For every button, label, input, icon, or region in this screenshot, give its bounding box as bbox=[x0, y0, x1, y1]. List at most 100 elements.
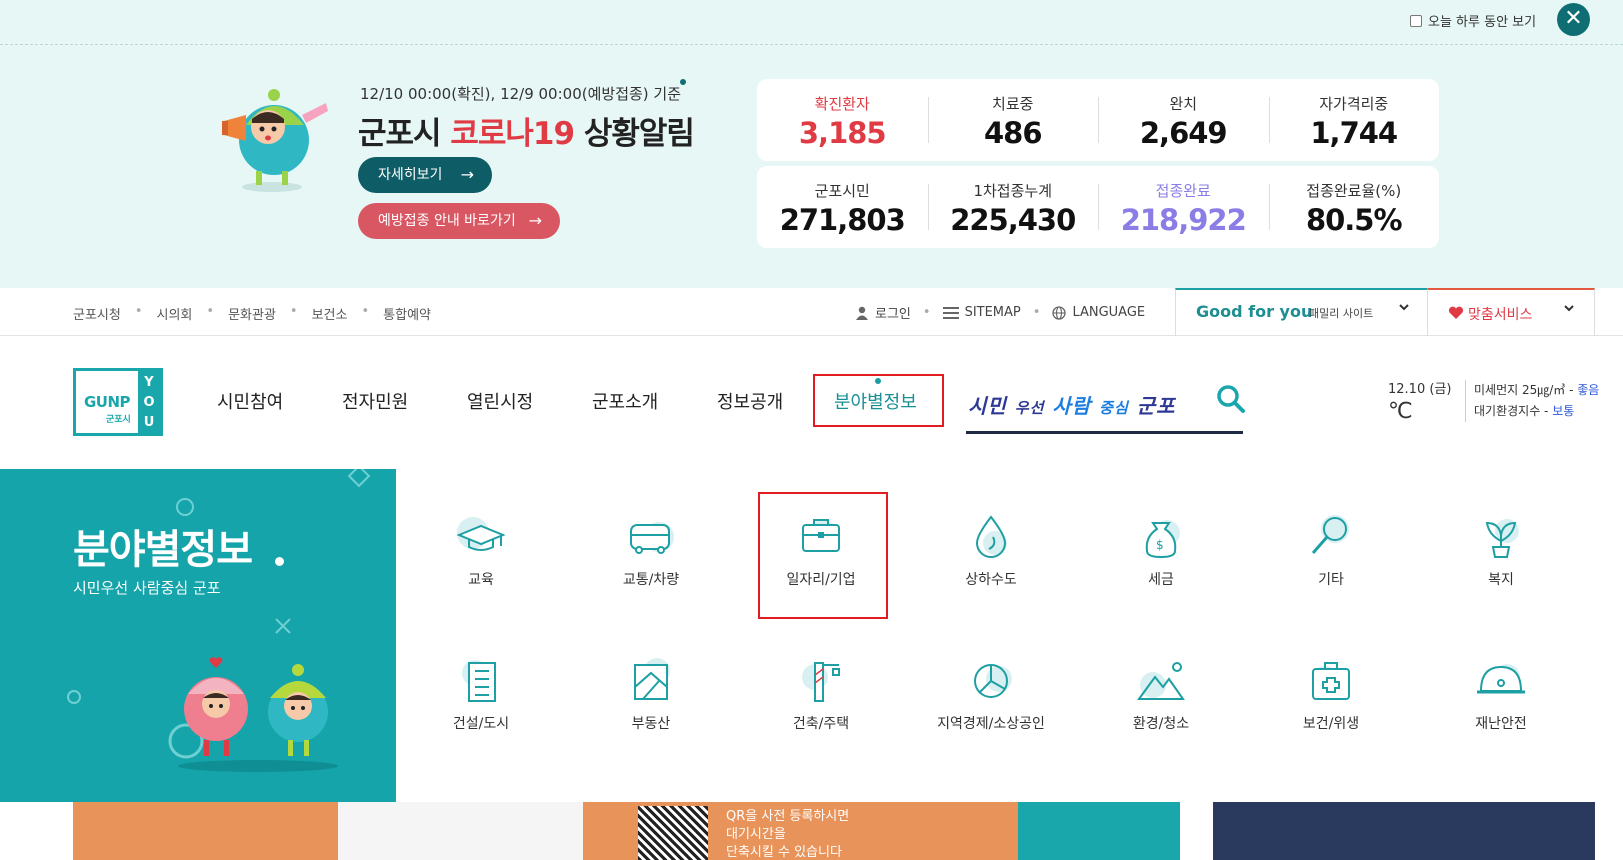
arrow-right-icon: → bbox=[460, 165, 474, 184]
active-menu-highlight bbox=[813, 374, 944, 427]
stat-value: 218,922 bbox=[1120, 203, 1247, 237]
category-environment[interactable]: 환경/청소 bbox=[1086, 657, 1236, 733]
today-checkbox[interactable] bbox=[1410, 14, 1422, 27]
category-health-hygiene[interactable]: 보건/위생 bbox=[1256, 657, 1406, 733]
slogan-part: 사람 bbox=[1052, 394, 1092, 418]
separator: • bbox=[1032, 305, 1041, 320]
logo-text: GUNP bbox=[84, 393, 131, 411]
stat-value: 1,744 bbox=[1310, 116, 1398, 150]
search-icon[interactable] bbox=[1216, 384, 1246, 414]
category-etc[interactable]: 기타 bbox=[1256, 513, 1406, 589]
stat-first-dose: 1차접종누계 225,430 bbox=[927, 166, 1099, 248]
stat-value: 225,430 bbox=[950, 203, 1076, 237]
dust-status: 좋음 bbox=[1577, 383, 1600, 397]
separator: • bbox=[922, 305, 931, 320]
stat-citizens: 군포시민 271,803 bbox=[757, 166, 928, 248]
first-aid-kit-icon bbox=[1312, 662, 1350, 700]
building-icon bbox=[462, 660, 496, 702]
separator: • bbox=[206, 304, 215, 319]
chevron-down-icon bbox=[1563, 302, 1575, 318]
banner-photo[interactable] bbox=[1213, 802, 1595, 860]
city-slogan: 시민 우선 사람 중심 군포 bbox=[968, 390, 1176, 419]
custom-service-select[interactable]: 맞춤서비스 bbox=[1427, 288, 1595, 336]
covid-basis-date: 12/10 00:00(확진), 12/9 00:00(예방접종) 기준 bbox=[360, 85, 682, 103]
login-link[interactable]: 로그인 bbox=[855, 303, 911, 322]
menu-citizen-participation[interactable]: 시민참여 bbox=[217, 388, 283, 414]
mega-menu-side: 분야별정보 시민우선 사람중심 군포 bbox=[0, 469, 396, 802]
vaccine-stats-card: 군포시민 271,803 1차접종누계 225,430 접종완료 218,922 접종… bbox=[757, 166, 1439, 248]
vaccine-guide-button[interactable]: 예방접종 안내 바로가기 → bbox=[358, 203, 560, 239]
today-hide-option[interactable]: 오늘 하루 동안 보기 bbox=[1410, 11, 1536, 30]
family-site-select[interactable]: Good for you 패밀리 사이트 bbox=[1175, 288, 1427, 336]
slogan-part: 시민 bbox=[968, 394, 1007, 418]
stat-label: 1차접종누계 bbox=[973, 182, 1053, 200]
map-icon bbox=[634, 658, 670, 700]
category-disaster-safety[interactable]: 재난안전 bbox=[1426, 657, 1576, 733]
content-preview-strip: QR을 사전 등록하시면 대기시간을 단축시킬 수 있습니다 bbox=[0, 802, 1623, 860]
covid-title-highlight: 코로나19 bbox=[450, 116, 575, 152]
weather-date: 12.10 (금) bbox=[1388, 382, 1452, 397]
stat-label: 확진환자 bbox=[814, 95, 870, 113]
map-panel bbox=[338, 802, 583, 860]
category-label: 지역경제/소상공인 bbox=[937, 716, 1045, 732]
category-label: 상하수도 bbox=[965, 572, 1017, 588]
pie-chart-icon bbox=[974, 664, 1012, 698]
category-tax[interactable]: $ 세금 bbox=[1086, 513, 1236, 589]
category-education[interactable]: 교육 bbox=[406, 513, 556, 589]
family-site-label: 패밀리 사이트 bbox=[1309, 307, 1374, 320]
global-navigation: GUNP 군포시 YOU 시민참여 전자민원 열린시정 군포소개 정보공개 분야… bbox=[0, 336, 1623, 469]
detail-button[interactable]: 자세히보기 → bbox=[358, 157, 492, 193]
sitemap-link[interactable]: SITEMAP bbox=[942, 305, 1021, 320]
arrow-right-icon: → bbox=[528, 211, 542, 230]
menu-open-administration[interactable]: 열린시정 bbox=[467, 388, 533, 414]
menu-e-civil-service[interactable]: 전자민원 bbox=[342, 388, 408, 414]
category-real-estate[interactable]: 부동산 bbox=[576, 657, 726, 733]
slogan-part: 우선 bbox=[1014, 399, 1045, 417]
globe-icon bbox=[1052, 305, 1067, 320]
category-building-housing[interactable]: 건축/주택 bbox=[746, 657, 896, 733]
separator: • bbox=[361, 304, 370, 319]
category-label: 부동산 bbox=[631, 716, 671, 732]
covid-title-prefix: 군포시 bbox=[358, 116, 451, 152]
category-local-economy[interactable]: 지역경제/소상공인 bbox=[916, 657, 1066, 733]
qr-line: QR을 사전 등록하시면 bbox=[726, 809, 850, 824]
stat-label: 군포시민 bbox=[814, 182, 870, 200]
menu-about-gunpo[interactable]: 군포소개 bbox=[592, 388, 658, 414]
language-link[interactable]: LANGUAGE bbox=[1052, 305, 1145, 320]
qr-text: QR을 사전 등록하시면 대기시간을 단축시킬 수 있습니다 bbox=[726, 808, 849, 860]
good-for-you-label: Good for you bbox=[1196, 302, 1313, 321]
covid-stats-card: 확진환자 3,185 치료중 486 완치 2,649 자가격리중 1,744 bbox=[757, 79, 1439, 161]
air-index-label: 대기환경지수 - bbox=[1474, 404, 1553, 418]
category-water[interactable]: 상하수도 bbox=[916, 513, 1066, 589]
mascot-duo-icon bbox=[178, 657, 338, 772]
banner-qr[interactable]: QR을 사전 등록하시면 대기시간을 단축시킬 수 있습니다 bbox=[628, 802, 1180, 860]
category-construction-city[interactable]: 건설/도시 bbox=[406, 657, 556, 733]
category-label: 기타 bbox=[1318, 572, 1344, 588]
quick-link-health-center[interactable]: 보건소 bbox=[312, 304, 348, 323]
stat-recovered: 완치 2,649 bbox=[1098, 79, 1269, 161]
category-label: 건설/도시 bbox=[452, 716, 510, 732]
svg-text:$: $ bbox=[1156, 538, 1164, 552]
popup-topbar: 오늘 하루 동안 보기 ✕ bbox=[0, 0, 1623, 45]
weather-widget: 12.10 (금) ℃ bbox=[1388, 378, 1451, 424]
qr-line: 대기시간을 bbox=[726, 827, 786, 842]
category-label: 교통/차량 bbox=[622, 572, 680, 588]
language-label: LANGUAGE bbox=[1072, 305, 1146, 320]
quick-link-culture[interactable]: 문화관광 bbox=[228, 304, 276, 323]
stat-label: 접종완료 bbox=[1155, 182, 1211, 200]
quick-link-council[interactable]: 시의회 bbox=[157, 304, 193, 323]
user-icon bbox=[856, 306, 868, 320]
category-label: 환경/청소 bbox=[1132, 716, 1190, 732]
quick-link-cityhall[interactable]: 군포시청 bbox=[73, 304, 121, 323]
stat-completion-rate: 접종완료율(%) 80.5% bbox=[1268, 166, 1440, 248]
detail-button-label: 자세히보기 bbox=[378, 167, 443, 183]
category-transport[interactable]: 교통/차량 bbox=[576, 513, 726, 589]
menu-information-disclosure[interactable]: 정보공개 bbox=[717, 388, 783, 414]
quick-link-reservation[interactable]: 통합예약 bbox=[383, 304, 431, 323]
water-drop-icon bbox=[975, 515, 1007, 558]
category-welfare[interactable]: 복지 bbox=[1426, 513, 1576, 589]
gunpo-logo[interactable]: GUNP 군포시 YOU bbox=[73, 368, 163, 436]
megaphone-mascot-icon bbox=[222, 89, 328, 192]
close-button[interactable]: ✕ bbox=[1557, 3, 1590, 36]
stat-treating: 치료중 486 bbox=[927, 79, 1099, 161]
